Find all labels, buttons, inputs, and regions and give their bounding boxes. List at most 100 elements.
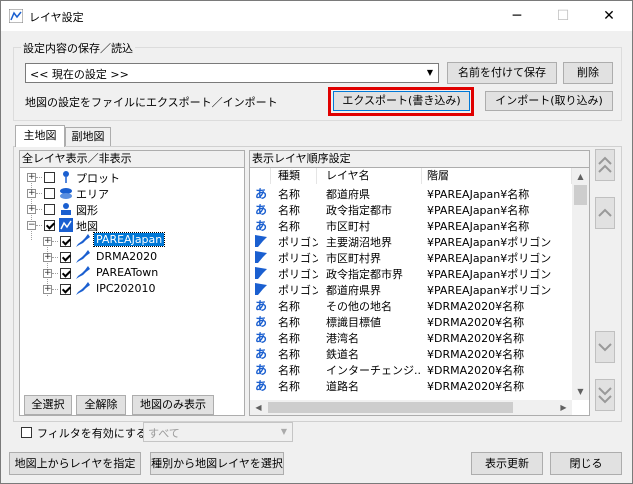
layer-order-row[interactable]: あ名称 市区町村 ¥PAREAJapan¥名称 xyxy=(250,217,572,233)
double-chevron-down-icon xyxy=(598,387,612,404)
delete-preset-button[interactable]: 削除 xyxy=(563,62,613,84)
import-button[interactable]: インポート(取り込み) xyxy=(485,91,613,111)
svg-text:あ: あ xyxy=(255,219,267,232)
tree-item-shape[interactable]: + 図形 xyxy=(20,201,244,217)
tree-checkbox-map[interactable] xyxy=(44,220,55,231)
map-only-button[interactable]: 地図のみ表示 xyxy=(132,395,214,415)
col-header-path[interactable]: 階層 xyxy=(423,168,572,184)
tree-item-ipc202010[interactable]: + IPC202010 xyxy=(20,281,244,297)
tree-checkbox-ipc202010[interactable] xyxy=(60,284,71,295)
layer-order-row[interactable]: あ名称 道路名 ¥DRMA2020¥名称 xyxy=(250,377,572,393)
col-header-type[interactable]: 種類 xyxy=(271,168,317,184)
close-button[interactable]: 閉じる xyxy=(550,452,622,475)
row-name: 市区町村界 xyxy=(326,252,381,265)
row-path: ¥PAREAJapan¥名称 xyxy=(427,188,530,201)
filter-select[interactable]: すべて ▼ xyxy=(143,422,293,442)
scroll-down-icon[interactable]: ▼ xyxy=(572,383,589,400)
preset-select[interactable]: << 現在の設定 >> ▼ xyxy=(25,63,439,83)
move-bottom-button[interactable] xyxy=(595,379,615,411)
tree-checkbox-pareatown[interactable] xyxy=(60,268,71,279)
text-icon: あ xyxy=(254,202,268,216)
collapse-icon[interactable]: − xyxy=(27,221,36,230)
layer-order-row[interactable]: ポリゴン 市区町村界 ¥PAREAJapan¥ポリゴン xyxy=(250,249,572,265)
row-name: 標識目標値 xyxy=(326,316,381,329)
col-header-icon xyxy=(250,168,271,184)
tab-sub-map[interactable]: 副地図 xyxy=(65,127,111,147)
tree-item-map[interactable]: − 地図 xyxy=(20,217,244,233)
order-panel-header: 表示レイヤ順序設定 xyxy=(250,151,589,168)
refresh-button[interactable]: 表示更新 xyxy=(471,452,543,475)
tree-checkbox-drma2020[interactable] xyxy=(60,252,71,263)
layer-order-row[interactable]: あ名称 港湾名 ¥DRMA2020¥名称 xyxy=(250,329,572,345)
scroll-thumb[interactable] xyxy=(574,185,587,205)
layer-tree: + プロット + エリア + 図形 − 地図 + PAREAJapan + DR… xyxy=(20,168,244,393)
move-top-button[interactable] xyxy=(595,149,615,181)
expand-icon[interactable]: + xyxy=(27,173,36,182)
expand-icon[interactable]: + xyxy=(43,253,52,262)
tree-item-area[interactable]: + エリア xyxy=(20,185,244,201)
expand-icon[interactable]: + xyxy=(43,285,52,294)
tree-checkbox-shape[interactable] xyxy=(44,204,55,215)
tree-item-drma2020[interactable]: + DRMA2020 xyxy=(20,249,244,265)
scroll-right-icon[interactable]: ▶ xyxy=(555,399,572,416)
layer-settings-window: レイヤ設定 ─ ☐ ✕ 設定内容の保存／読込 << 現在の設定 >> ▼ 名前を… xyxy=(0,0,633,484)
layer-order-row[interactable]: あ名称 鉄道名 ¥DRMA2020¥名称 xyxy=(250,345,572,361)
scroll-up-icon[interactable]: ▲ xyxy=(572,168,589,185)
layer-order-row[interactable]: あ名称 インターチェンジ... ¥DRMA2020¥名称 xyxy=(250,361,572,377)
layer-order-row[interactable]: ポリゴン 政令指定都市界 ¥PAREAJapan¥ポリゴン xyxy=(250,265,572,281)
select-all-button[interactable]: 全選択 xyxy=(24,395,72,415)
polygon-icon xyxy=(254,282,268,296)
row-name: 港湾名 xyxy=(326,332,359,345)
japan-map-icon xyxy=(76,266,90,279)
text-icon: あ xyxy=(254,298,268,312)
svg-text:あ: あ xyxy=(255,363,267,376)
expand-icon[interactable]: + xyxy=(27,205,36,214)
row-type: ポリゴン xyxy=(278,284,318,297)
layer-order-panel: 表示レイヤ順序設定 種類 レイヤ名 階層 あ名称 都道府県 ¥PAREAJapan¥… xyxy=(249,150,590,416)
filter-enable-checkbox[interactable] xyxy=(21,427,32,438)
export-button[interactable]: エクスポート(書き込み) xyxy=(333,91,470,111)
expand-icon[interactable]: + xyxy=(27,189,36,198)
tree-item-plot[interactable]: + プロット xyxy=(20,169,244,185)
layer-order-row[interactable]: あ名称 その他の地名 ¥DRMA2020¥名称 xyxy=(250,297,572,313)
row-name: 主要湖沼地界 xyxy=(326,236,392,249)
col-header-name[interactable]: レイヤ名 xyxy=(318,168,422,184)
row-name: 市区町村 xyxy=(326,220,370,233)
layer-order-row[interactable]: あ名称 標識目標値 ¥DRMA2020¥名称 xyxy=(250,313,572,329)
svg-text:あ: あ xyxy=(255,299,267,312)
layer-order-row[interactable]: ポリゴン 都道府県界 ¥PAREAJapan¥ポリゴン xyxy=(250,281,572,297)
move-down-button[interactable] xyxy=(595,331,615,363)
text-icon: あ xyxy=(254,186,268,200)
tree-item-pareajapan[interactable]: + PAREAJapan xyxy=(20,232,244,249)
svg-text:あ: あ xyxy=(255,203,267,216)
svg-text:あ: あ xyxy=(255,379,267,392)
move-up-button[interactable] xyxy=(595,197,615,229)
layer-order-row[interactable]: あ名称 都道府県 ¥PAREAJapan¥名称 xyxy=(250,185,572,201)
filter-select-value: すべて xyxy=(148,427,180,440)
scroll-left-icon[interactable]: ◀ xyxy=(250,399,267,416)
tree-connector xyxy=(36,193,42,194)
tree-item-pareatown[interactable]: + PAREATown xyxy=(20,265,244,281)
maximize-button[interactable]: ☐ xyxy=(540,1,586,31)
tree-checkbox-plot[interactable] xyxy=(44,172,55,183)
tab-main-map[interactable]: 主地図 xyxy=(15,125,65,147)
deselect-all-button[interactable]: 全解除 xyxy=(76,395,126,415)
save-as-button[interactable]: 名前を付けて保存 xyxy=(447,62,557,84)
horizontal-scrollbar[interactable]: ◀ ▶ xyxy=(250,400,572,415)
hscroll-thumb[interactable] xyxy=(268,402,513,413)
close-window-button[interactable]: ✕ xyxy=(586,1,632,31)
text-icon: あ xyxy=(254,330,268,344)
row-type: ポリゴン xyxy=(278,236,318,249)
expand-icon[interactable]: + xyxy=(43,237,52,246)
tree-label-pareatown: PAREATown xyxy=(96,266,159,279)
pick-layer-from-map-button[interactable]: 地図上からレイヤを指定 xyxy=(9,452,141,475)
expand-icon[interactable]: + xyxy=(43,269,52,278)
tree-checkbox-area[interactable] xyxy=(44,188,55,199)
row-type: ポリゴン xyxy=(278,268,318,281)
vertical-scrollbar[interactable]: ▲ ▼ xyxy=(572,168,589,400)
select-layer-by-type-button[interactable]: 種別から地図レイヤを選択 xyxy=(150,452,284,475)
tree-checkbox-pareajapan[interactable] xyxy=(60,236,71,247)
minimize-button[interactable]: ─ xyxy=(494,1,540,31)
layer-order-row[interactable]: あ名称 政令指定都市 ¥PAREAJapan¥名称 xyxy=(250,201,572,217)
layer-order-row[interactable]: ポリゴン 主要湖沼地界 ¥PAREAJapan¥ポリゴン xyxy=(250,233,572,249)
